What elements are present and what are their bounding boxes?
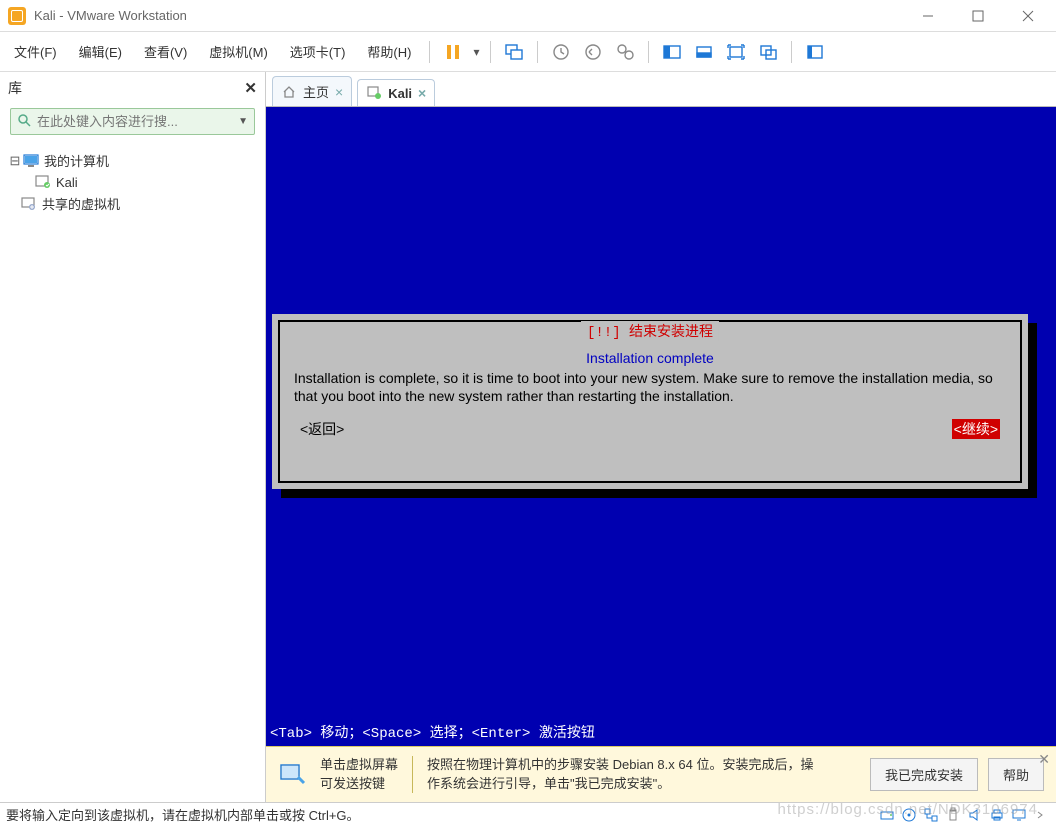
notice-close-button[interactable]: ✕ bbox=[1038, 751, 1050, 768]
window-titlebar: Kali - VMware Workstation bbox=[0, 0, 1056, 32]
sidebar-title: 库 bbox=[8, 78, 244, 98]
tree-node-kali[interactable]: Kali bbox=[6, 172, 259, 192]
computer-icon bbox=[22, 153, 40, 169]
tree-label: 我的计算机 bbox=[44, 151, 109, 170]
notice-text-2: 按照在物理计算机中的步骤安装 Debian 8.x 64 位。安装完成后，操作系… bbox=[412, 756, 822, 792]
dialog-border: [!!] 结束安装进程 Installation complete Instal… bbox=[278, 320, 1022, 483]
continue-button[interactable]: <继续> bbox=[952, 419, 1000, 439]
tab-close-icon[interactable]: × bbox=[418, 85, 426, 101]
power-dropdown[interactable]: ▾ bbox=[470, 45, 482, 59]
tree-node-my-computer[interactable]: ⊟ 我的计算机 bbox=[6, 149, 259, 172]
notice-text-1: 单击虚拟屏幕 可发送按键 bbox=[320, 756, 398, 792]
view-console-button[interactable] bbox=[657, 37, 687, 67]
library-toggle-button[interactable] bbox=[800, 37, 830, 67]
unity-button[interactable] bbox=[753, 37, 783, 67]
status-text: 要将输入定向到该虚拟机，请在虚拟机内部单击或按 Ctrl+G。 bbox=[6, 805, 360, 824]
window-close-button[interactable] bbox=[1014, 2, 1042, 30]
status-device-icons bbox=[878, 806, 1050, 824]
install-done-button[interactable]: 我已完成安装 bbox=[870, 758, 978, 791]
search-icon bbox=[17, 113, 31, 130]
snapshot-revert-button[interactable] bbox=[578, 37, 608, 67]
menu-edit[interactable]: 编辑(E) bbox=[69, 36, 132, 67]
vm-icon bbox=[34, 174, 52, 190]
view-thumbnail-button[interactable] bbox=[689, 37, 719, 67]
app-icon bbox=[8, 7, 26, 25]
tree-label: Kali bbox=[56, 175, 78, 190]
tab-close-icon[interactable]: × bbox=[335, 84, 343, 100]
sidebar-search-input[interactable] bbox=[37, 114, 234, 129]
device-cd-icon[interactable] bbox=[900, 806, 918, 824]
window-title: Kali - VMware Workstation bbox=[34, 8, 914, 23]
toolbar-separator bbox=[429, 41, 430, 63]
device-more-icon[interactable] bbox=[1032, 806, 1050, 824]
library-sidebar: 库 ✕ ▼ ⊟ 我的计算机 Kali 共享的虚拟机 bbox=[0, 72, 266, 802]
search-dropdown-icon[interactable]: ▼ bbox=[238, 116, 248, 127]
help-button[interactable]: 帮助 bbox=[988, 758, 1044, 791]
device-usb-icon[interactable] bbox=[944, 806, 962, 824]
tab-home[interactable]: 主页 × bbox=[272, 76, 352, 106]
vm-console[interactable]: [!!] 结束安装进程 Installation complete Instal… bbox=[266, 106, 1056, 746]
toolbar-separator bbox=[791, 41, 792, 63]
menu-help[interactable]: 帮助(H) bbox=[357, 36, 421, 67]
sidebar-close-button[interactable]: ✕ bbox=[244, 79, 257, 97]
install-notice-bar: 单击虚拟屏幕 可发送按键 按照在物理计算机中的步骤安装 Debian 8.x 6… bbox=[266, 746, 1056, 802]
tab-label: 主页 bbox=[303, 82, 329, 101]
send-keys-button[interactable] bbox=[499, 37, 529, 67]
pause-button[interactable] bbox=[438, 37, 468, 67]
menu-vm[interactable]: 虚拟机(M) bbox=[199, 36, 278, 67]
menubar: 文件(F) 编辑(E) 查看(V) 虚拟机(M) 选项卡(T) 帮助(H) ▾ bbox=[0, 32, 1056, 72]
tree-node-shared-vms[interactable]: 共享的虚拟机 bbox=[6, 192, 259, 215]
toolbar-separator bbox=[537, 41, 538, 63]
tree-label: 共享的虚拟机 bbox=[42, 194, 120, 213]
device-hdd-icon[interactable] bbox=[878, 806, 896, 824]
shared-vm-icon bbox=[20, 196, 38, 212]
toolbar-separator bbox=[648, 41, 649, 63]
toolbar-separator bbox=[490, 41, 491, 63]
menu-tabs[interactable]: 选项卡(T) bbox=[280, 36, 356, 67]
content-area: 主页 × Kali × [!!] 结束安装进程 Installation com… bbox=[266, 72, 1056, 802]
menu-view[interactable]: 查看(V) bbox=[134, 36, 197, 67]
snapshot-button[interactable] bbox=[546, 37, 576, 67]
device-network-icon[interactable] bbox=[922, 806, 940, 824]
tab-label: Kali bbox=[388, 86, 412, 101]
home-icon bbox=[281, 84, 297, 100]
tab-kali[interactable]: Kali × bbox=[357, 79, 435, 106]
tab-bar: 主页 × Kali × bbox=[266, 72, 1056, 106]
window-maximize-button[interactable] bbox=[964, 2, 992, 30]
device-sound-icon[interactable] bbox=[966, 806, 984, 824]
back-button[interactable]: <返回> bbox=[300, 419, 344, 439]
notice-icon bbox=[278, 761, 306, 789]
tree-collapse-icon[interactable]: ⊟ bbox=[8, 153, 22, 169]
vm-icon bbox=[366, 85, 382, 101]
device-display-icon[interactable] bbox=[1010, 806, 1028, 824]
menu-file[interactable]: 文件(F) bbox=[4, 36, 67, 67]
status-bar: 要将输入定向到该虚拟机，请在虚拟机内部单击或按 Ctrl+G。 bbox=[0, 802, 1056, 826]
device-printer-icon[interactable] bbox=[988, 806, 1006, 824]
installer-dialog: [!!] 结束安装进程 Installation complete Instal… bbox=[272, 314, 1028, 489]
sidebar-tree: ⊟ 我的计算机 Kali 共享的虚拟机 bbox=[0, 145, 265, 219]
dialog-subtitle: Installation complete bbox=[294, 350, 1006, 366]
sidebar-search[interactable]: ▼ bbox=[10, 108, 255, 135]
window-minimize-button[interactable] bbox=[914, 2, 942, 30]
dialog-text: Installation is complete, so it is time … bbox=[294, 370, 1006, 405]
fullscreen-button[interactable] bbox=[721, 37, 751, 67]
vm-keyboard-hint: <Tab> 移动；<Space> 选择；<Enter> 激活按钮 bbox=[266, 720, 1056, 746]
snapshot-manager-button[interactable] bbox=[610, 37, 640, 67]
